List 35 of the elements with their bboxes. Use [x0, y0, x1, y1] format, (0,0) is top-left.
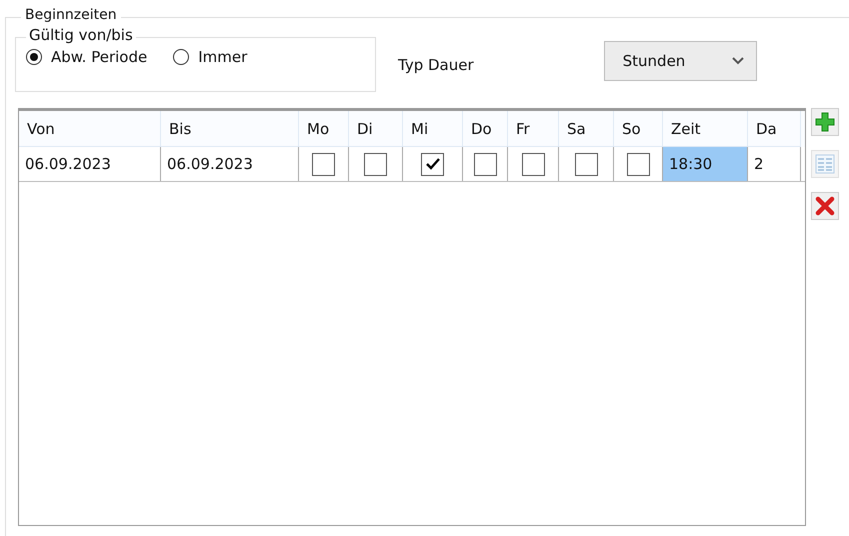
checkbox[interactable] — [626, 152, 650, 176]
column-header: Bis — [161, 111, 299, 147]
column-header: Mo — [299, 111, 349, 147]
radio-label: Immer — [198, 48, 248, 66]
checkbox[interactable] — [574, 152, 598, 176]
radio-button[interactable] — [173, 49, 190, 65]
radio-label: Abw. Periode — [51, 48, 148, 66]
delete-button[interactable] — [811, 192, 839, 220]
table-cell[interactable]: 06.09.2023 — [19, 147, 161, 181]
checkbox[interactable] — [522, 152, 544, 176]
checkbox[interactable] — [421, 152, 444, 176]
checkbox[interactable] — [474, 152, 496, 176]
chevron-down-icon — [732, 56, 744, 64]
radio-button[interactable] — [26, 49, 42, 65]
column-header: Do — [463, 111, 508, 147]
group-title: Gültig von/bis — [26, 26, 136, 44]
table-cell[interactable]: 18:30 — [663, 147, 748, 181]
table-cell[interactable]: 06.09.2023 — [161, 147, 299, 181]
group-title: Beginnzeiten — [21, 7, 121, 23]
column-header: Fr — [508, 111, 559, 147]
column-header: Von — [19, 111, 161, 147]
radio-option[interactable]: Immer — [173, 48, 248, 66]
checkbox[interactable] — [312, 152, 335, 176]
checkmark-icon — [426, 158, 440, 170]
duration-type-dropdown[interactable]: Stunden — [604, 40, 757, 80]
table-cell[interactable]: 2 — [748, 147, 801, 181]
add-button[interactable] — [811, 108, 839, 136]
column-header: So — [614, 111, 663, 147]
column-header: Sa — [559, 111, 614, 147]
column-header: Da — [748, 111, 801, 147]
column-header: Di — [349, 111, 403, 147]
column-header: Mi — [403, 111, 463, 147]
checkbox[interactable] — [364, 152, 387, 176]
radio-option[interactable]: Abw. Periode — [26, 48, 148, 66]
duration-type-label: Typ Dauer — [398, 56, 474, 74]
